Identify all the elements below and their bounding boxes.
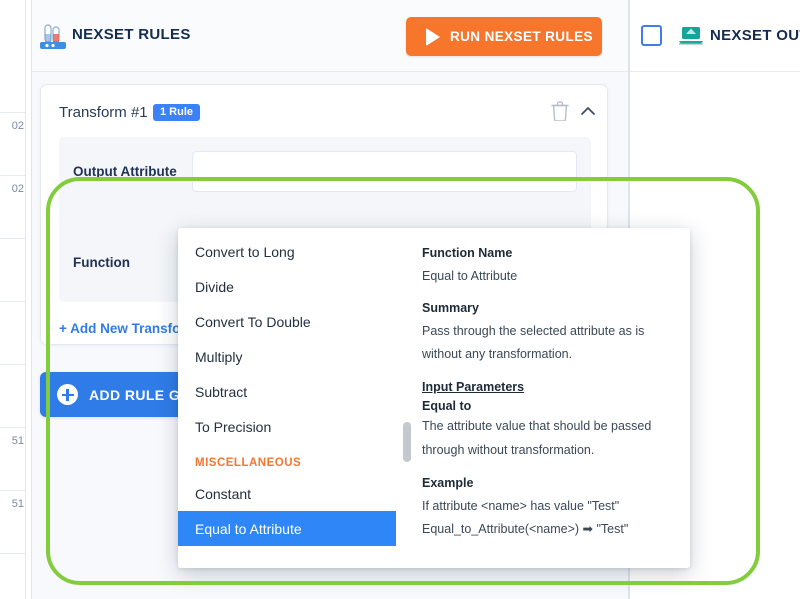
test-tubes-icon xyxy=(40,24,66,49)
output-attribute-input[interactable] xyxy=(192,151,577,192)
dropdown-section-miscellaneous: MISCELLANEOUS xyxy=(195,457,302,469)
trash-icon[interactable] xyxy=(551,101,569,121)
page-title: NEXSET RULES xyxy=(72,26,191,43)
run-nexset-rules-button[interactable]: RUN NEXSET RULES xyxy=(406,17,602,56)
dropdown-option-constant[interactable]: Constant xyxy=(178,476,396,511)
parameter-name: Equal to xyxy=(422,399,472,414)
rail-item-0[interactable]: 02 xyxy=(0,120,25,132)
left-rail-panel: 02 02 51 51 xyxy=(0,0,25,599)
rail-divider-line xyxy=(0,553,25,554)
run-button-label: RUN NEXSET RULES xyxy=(450,29,593,44)
chevron-up-icon[interactable] xyxy=(579,103,597,119)
function-name-value: Equal to Attribute xyxy=(422,269,518,283)
dropdown-option-to-precision[interactable]: To Precision xyxy=(178,409,396,444)
transform-title: Transform #1 xyxy=(59,104,148,121)
rail-divider-line xyxy=(0,490,25,491)
play-icon xyxy=(426,27,440,46)
input-parameters-heading: Input Parameters xyxy=(422,380,525,395)
rail-item-5[interactable]: 51 xyxy=(0,435,25,447)
example-heading: Example xyxy=(422,475,474,490)
summary-text: Pass through the selected attribute as i… xyxy=(422,324,645,362)
nexset-output-header: NEXSET OUTPUT xyxy=(630,0,800,72)
dropdown-option-subtract[interactable]: Subtract xyxy=(178,374,396,409)
app-root: 02 02 51 51 NEXSET RULES RUN NEXSET RULE… xyxy=(0,0,800,599)
dropdown-option-equal-to-attribute[interactable]: Equal to Attribute xyxy=(178,511,396,546)
laptop-output-icon xyxy=(679,27,703,45)
rail-divider-line xyxy=(0,301,25,302)
dropdown-option-multiply[interactable]: Multiply xyxy=(178,339,396,374)
parameter-description: The attribute value that should be passe… xyxy=(422,419,652,457)
detail-scrollbar-thumb[interactable] xyxy=(403,422,411,462)
nexset-rules-header: NEXSET RULES RUN NEXSET RULES xyxy=(32,0,630,72)
nexset-output-checkbox[interactable] xyxy=(641,25,662,46)
rail-divider-line xyxy=(0,112,25,113)
function-dropdown-menu: Convert to Long Divide Convert To Double… xyxy=(178,228,690,568)
function-name-heading: Function Name xyxy=(422,246,513,260)
rail-divider-line xyxy=(0,427,25,428)
rail-item-6[interactable]: 51 xyxy=(0,498,25,510)
function-label: Function xyxy=(73,255,130,270)
function-detail-pane: Function Name Equal to Attribute Summary… xyxy=(396,228,690,568)
output-attribute-label: Output Attribute xyxy=(73,164,177,179)
dropdown-option-convert-to-long[interactable]: Convert to Long xyxy=(178,234,396,269)
function-dropdown-list: Convert to Long Divide Convert To Double… xyxy=(178,228,396,568)
rail-vertical-divider xyxy=(25,0,26,599)
rail-divider-line xyxy=(0,175,25,176)
nexset-output-title: NEXSET OUTPUT xyxy=(710,27,800,44)
example-line-2: Equal_to_Attribute(<name>) ➡ "Test" xyxy=(422,522,629,537)
dropdown-option-divide[interactable]: Divide xyxy=(178,269,396,304)
rail-item-1[interactable]: 02 xyxy=(0,183,25,195)
example-line-1: If attribute <name> has value "Test" xyxy=(422,498,620,513)
rule-count-badge: 1 Rule xyxy=(153,104,201,121)
plus-circle-icon xyxy=(57,384,78,405)
summary-heading: Summary xyxy=(422,301,479,316)
rail-divider-line xyxy=(0,364,25,365)
rail-divider-line xyxy=(0,238,25,239)
add-new-transform-link[interactable]: + Add New Transform xyxy=(59,321,198,336)
dropdown-option-convert-to-double[interactable]: Convert To Double xyxy=(178,304,396,339)
